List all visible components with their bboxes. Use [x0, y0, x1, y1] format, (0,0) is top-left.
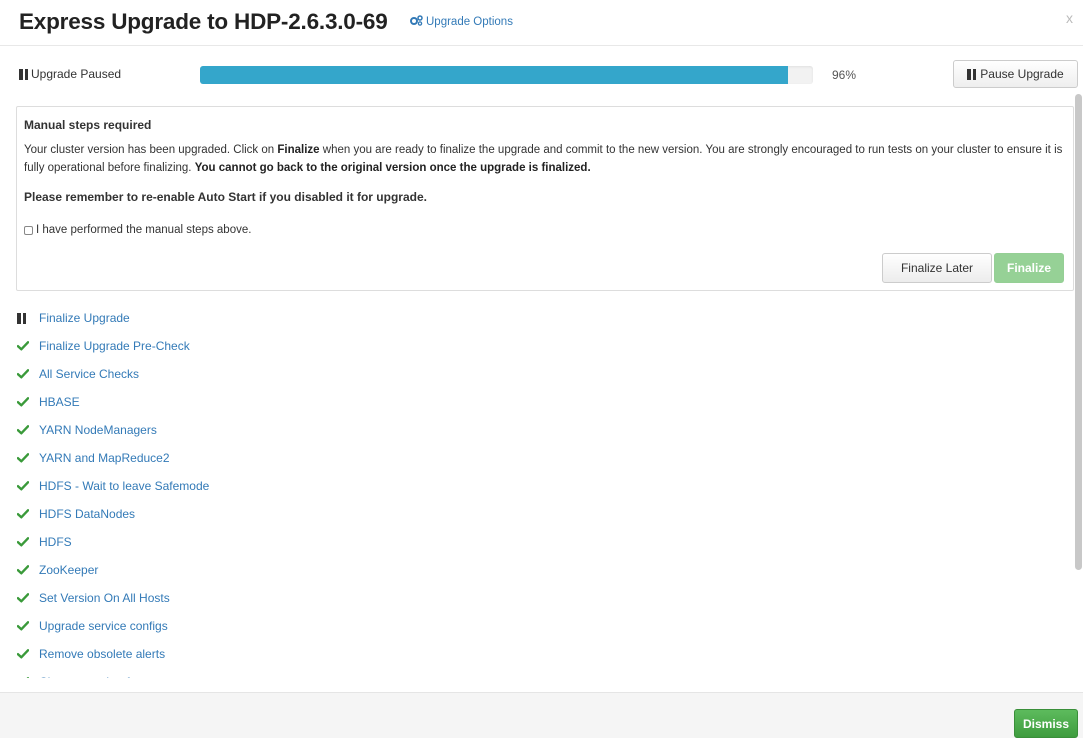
upgrade-status: Upgrade Paused — [19, 67, 121, 81]
manual-text-warning: You cannot go back to the original versi… — [194, 162, 591, 174]
checkmark-icon — [17, 537, 39, 547]
upgrade-step-item[interactable]: HDFS - Wait to leave Safemode — [17, 472, 1057, 500]
upgrade-step-label: YARN NodeManagers — [39, 423, 157, 437]
upgrade-step-item[interactable]: Upgrade service configs — [17, 612, 1057, 640]
checkmark-icon — [17, 621, 39, 631]
checkmark-icon — [17, 677, 39, 678]
upgrade-step-label: Upgrade service configs — [39, 619, 168, 633]
manual-text-finalize-word: Finalize — [277, 144, 320, 156]
upgrade-step-label: HDFS - Wait to leave Safemode — [39, 479, 210, 493]
pause-upgrade-button[interactable]: Pause Upgrade — [953, 60, 1078, 88]
manual-steps-checkbox[interactable] — [24, 225, 33, 235]
upgrade-status-label: Upgrade Paused — [31, 67, 122, 81]
manual-steps-title: Manual steps required — [24, 118, 152, 132]
upgrade-step-label: YARN and MapReduce2 — [39, 451, 170, 465]
finalize-button[interactable]: Finalize — [994, 253, 1064, 283]
upgrade-step-label: Change stack references — [39, 675, 172, 678]
upgrade-step-label: ZooKeeper — [39, 563, 99, 577]
upgrade-step-label: All Service Checks — [39, 367, 140, 381]
checkmark-icon — [17, 509, 39, 519]
page-title: Express Upgrade to HDP-2.6.3.0-69 — [19, 9, 388, 34]
scrollbar[interactable] — [1075, 94, 1082, 570]
upgrade-progress-percent: 96% — [832, 68, 857, 82]
auto-start-reminder: Please remember to re-enable Auto Start … — [24, 190, 427, 204]
upgrade-step-label: HDFS DataNodes — [39, 507, 136, 521]
upgrade-step-item[interactable]: HDFS — [17, 528, 1057, 556]
upgrade-step-item[interactable]: ZooKeeper — [17, 556, 1057, 584]
modal-header: Express Upgrade to HDP-2.6.3.0-69 Upgrad… — [0, 0, 1083, 46]
checkmark-icon — [17, 649, 39, 659]
pause-upgrade-label: Pause Upgrade — [980, 67, 1064, 81]
manual-text-part1: Your cluster version has been upgraded. … — [24, 144, 278, 156]
upgrade-progress-bar — [200, 66, 813, 84]
pause-icon — [17, 312, 39, 324]
manual-steps-confirm[interactable]: I have performed the manual steps above. — [24, 224, 251, 236]
upgrade-progress-row: Upgrade Paused 96% Pause Upgrade — [0, 58, 1083, 90]
dismiss-button[interactable]: Dismiss — [1014, 709, 1078, 738]
checkmark-icon — [17, 453, 39, 463]
checkmark-icon — [17, 565, 39, 575]
upgrade-step-label: HBASE — [39, 395, 80, 409]
upgrade-step-item[interactable]: HBASE — [17, 388, 1057, 416]
upgrade-progress-fill — [200, 66, 789, 84]
manual-steps-panel: Manual steps required Your cluster versi… — [16, 106, 1074, 291]
upgrade-step-label: Set Version On All Hosts — [39, 591, 170, 605]
upgrade-step-item[interactable]: YARN and MapReduce2 — [17, 444, 1057, 472]
finalize-later-button[interactable]: Finalize Later — [882, 253, 992, 283]
checkmark-icon — [17, 425, 39, 435]
upgrade-step-item[interactable]: Remove obsolete alerts — [17, 640, 1057, 668]
upgrade-options-link[interactable]: Upgrade Options — [410, 15, 513, 29]
pause-icon — [967, 68, 977, 80]
upgrade-step-item[interactable]: Set Version On All Hosts — [17, 584, 1057, 612]
upgrade-step-label: Finalize Upgrade Pre-Check — [39, 339, 190, 353]
gears-icon — [410, 15, 423, 29]
upgrade-step-label: HDFS — [39, 535, 72, 549]
modal-footer: Dismiss — [0, 692, 1083, 738]
upgrade-step-label: Remove obsolete alerts — [39, 647, 166, 661]
upgrade-step-item[interactable]: HDFS DataNodes — [17, 500, 1057, 528]
upgrade-step-item[interactable]: Finalize Upgrade Pre-Check — [17, 332, 1057, 360]
checkmark-icon — [17, 369, 39, 379]
checkmark-icon — [17, 481, 39, 491]
checkmark-icon — [17, 397, 39, 407]
manual-steps-confirm-label: I have performed the manual steps above. — [36, 224, 252, 236]
upgrade-options-label: Upgrade Options — [426, 16, 513, 28]
upgrade-step-item[interactable]: All Service Checks — [17, 360, 1057, 388]
close-icon[interactable]: x — [1066, 10, 1073, 26]
manual-steps-description: Your cluster version has been upgraded. … — [24, 141, 1068, 177]
upgrade-step-item[interactable]: Change stack references — [17, 668, 1057, 678]
upgrade-step-label: Finalize Upgrade — [39, 311, 130, 325]
checkmark-icon — [17, 341, 39, 351]
checkmark-icon — [17, 593, 39, 603]
pause-icon — [19, 68, 28, 80]
upgrade-step-item[interactable]: Finalize Upgrade — [17, 304, 1057, 332]
upgrade-steps-list: Finalize Upgrade Finalize Upgrade Pre-Che… — [17, 304, 1057, 678]
upgrade-step-item[interactable]: YARN NodeManagers — [17, 416, 1057, 444]
